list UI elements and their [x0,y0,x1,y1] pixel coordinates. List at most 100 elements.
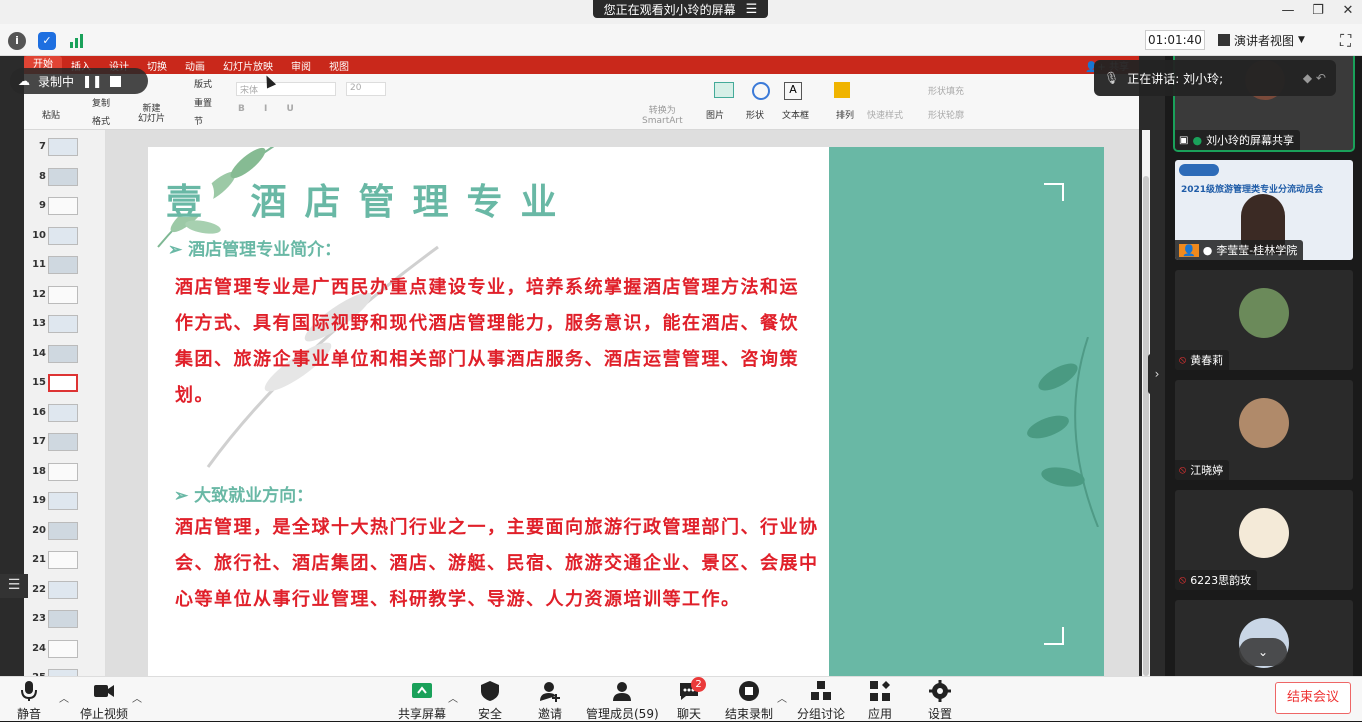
manage-members-button[interactable]: 管理成员(59) [586,680,659,722]
collapse-panel-button[interactable]: › [1148,354,1166,394]
menu-icon[interactable]: ☰ [746,2,758,17]
apps-icon [870,681,890,701]
share-screen-button[interactable]: 共享屏幕 [398,680,446,722]
slide-thumbnail[interactable] [48,167,78,186]
restore-icon[interactable]: ❐ [1308,2,1328,20]
slide-number: 8 [39,170,46,182]
video-options-chevron-icon[interactable]: ︿ [132,690,142,705]
share-options-chevron-icon[interactable]: ︿ [448,690,458,705]
slide-thumbnail[interactable] [48,344,78,363]
arrange-button[interactable]: 排列 [836,108,854,121]
cloud-icon: ☁ [18,74,30,88]
active-speaker-bar: 🎙 正在讲话: 刘小玲; ◆ ↶ [1094,60,1336,96]
slide-thumbnail[interactable] [48,521,78,540]
minimize-icon[interactable]: — [1278,2,1298,20]
format-painter-button[interactable]: 格式 [92,114,110,127]
leaf-branch-decoration [1027,337,1099,527]
close-icon[interactable]: ✕ [1338,2,1358,20]
end-meeting-button[interactable]: 结束会议 [1275,682,1351,714]
slide-thumbnail[interactable] [48,462,78,481]
shape-fill-button[interactable]: 形状填充 [928,84,964,97]
slide-thumbnail[interactable] [48,580,78,599]
list-menu-icon[interactable]: ☰ [0,574,28,598]
slide-thumbnail[interactable] [48,610,78,628]
participant-name: 李莹莹-桂林学院 [1216,244,1298,257]
ppt-tab[interactable]: 审阅 [282,58,320,73]
slide-thumbnail[interactable] [48,639,78,658]
smartart-button[interactable]: 转换为 SmartArt [642,106,683,126]
section-title-employment: ➢ 大致就业方向： [174,486,314,506]
slide-number: 21 [32,554,46,565]
slide-number: 11 [32,259,46,270]
end-recording-button[interactable]: 结束录制 [725,680,773,722]
gear-icon [929,680,951,702]
shape-button[interactable]: 形状 [746,108,764,121]
slide-thumbnail[interactable] [48,226,78,245]
ppt-tab[interactable]: 动画 [176,58,214,73]
slide-thumbnail[interactable] [48,138,78,156]
slide-thumbnail[interactable] [48,315,78,333]
section-body-employment: 酒店管理，是全球十大热门行业之一，主要面向旅游行政管理部门、行业协会、旅行社、酒… [175,517,819,610]
font-family-select[interactable]: 宋体 [236,82,336,96]
recording-options-chevron-icon[interactable]: ︿ [777,690,787,705]
section-body-intro: 酒店管理专业是广西民办重点建设专业，培养系统掌握酒店管理方法和运作方式、具有国际… [175,277,799,406]
ppt-tab[interactable]: 切换 [138,58,176,73]
user-icon: 👤 [1179,243,1199,257]
members-icon [613,682,632,701]
breakout-rooms-button[interactable]: 分组讨论 [797,680,845,722]
invite-button[interactable]: 邀请 [538,680,562,722]
share-banner[interactable]: 您正在观看刘小玲的屏幕 ☰ [593,0,768,18]
scroll-down-icon[interactable]: ⌄ [1239,638,1287,666]
font-size-select[interactable]: 20 [346,82,386,96]
mute-options-chevron-icon[interactable]: ︿ [59,690,69,705]
slide-thumbnail[interactable] [48,256,78,274]
ppt-tab[interactable]: 视图 [320,58,358,73]
new-slide-button[interactable]: 新建 幻灯片 [138,104,165,124]
layout-button[interactable]: 版式 [194,77,212,90]
slide-thumbnail[interactable] [48,285,78,304]
slide-number: 18 [32,465,46,477]
reset-button[interactable]: 重置 [194,96,212,109]
reaction-icon[interactable]: ◆ ↶ [1303,71,1326,85]
pause-icon[interactable]: ❚❚ [82,74,102,88]
slide-number: 12 [32,288,46,300]
scrollbar-thumb[interactable] [1143,176,1149,676]
signal-icon[interactable] [68,32,86,50]
info-icon[interactable]: i [8,32,26,50]
textbox-button[interactable]: 文本框 [782,108,809,121]
slide-thumbnail[interactable] [48,374,78,392]
view-mode-dropdown[interactable]: 演讲者视图 ▼ [1218,30,1328,50]
section-button[interactable]: 节 [194,114,203,127]
slide-thumbnail[interactable] [48,197,78,215]
recording-label: 录制中 [38,74,75,89]
slide-thumbnail[interactable] [48,669,78,676]
stop-icon[interactable] [110,75,122,87]
settings-button[interactable]: 设置 [928,680,952,722]
participant-tile[interactable]: ⦸ 江晓婷 [1175,380,1353,480]
fullscreen-icon[interactable]: ⛶ [1340,31,1351,51]
mute-button[interactable]: 静音 [17,680,41,722]
participant-tile[interactable]: ⦸ 黄春莉 [1175,270,1353,370]
participant-tile[interactable]: 2021级旅游管理类专业分流动员会 👤 ● 李莹莹-桂林学院 [1175,160,1353,260]
slide-number: 22 [32,583,46,595]
slide-thumbnail[interactable] [48,492,78,510]
slide-thumbnail[interactable] [48,551,78,569]
slide-thumbnail[interactable] [48,403,78,422]
slide-thumbnail[interactable] [48,433,78,451]
participant-tile[interactable]: ⦸ 6223思韵玫 [1175,490,1353,590]
text-format-buttons[interactable]: B I U [238,104,302,114]
participant-name: 刘小玲的屏幕共享 [1206,134,1295,147]
paste-button[interactable]: 粘贴 [42,108,60,121]
participant-name-bar: ⦸ 6223思韵玫 [1175,570,1258,590]
security-button[interactable]: 安全 [478,680,502,722]
slide-number: 23 [32,613,46,624]
shield-icon[interactable]: ✓ [38,32,56,50]
ppt-tab[interactable]: 幻灯片放映 [214,58,282,73]
stop-video-button[interactable]: 停止视频 [80,680,128,722]
quick-style-button[interactable]: 快速样式 [867,108,903,121]
apps-button[interactable]: 应用 [868,680,892,722]
arrange-icon [834,82,850,98]
picture-button[interactable]: 图片 [706,108,724,121]
copy-button[interactable]: 复制 [92,96,110,109]
shape-outline-button[interactable]: 形状轮廓 [928,108,964,121]
